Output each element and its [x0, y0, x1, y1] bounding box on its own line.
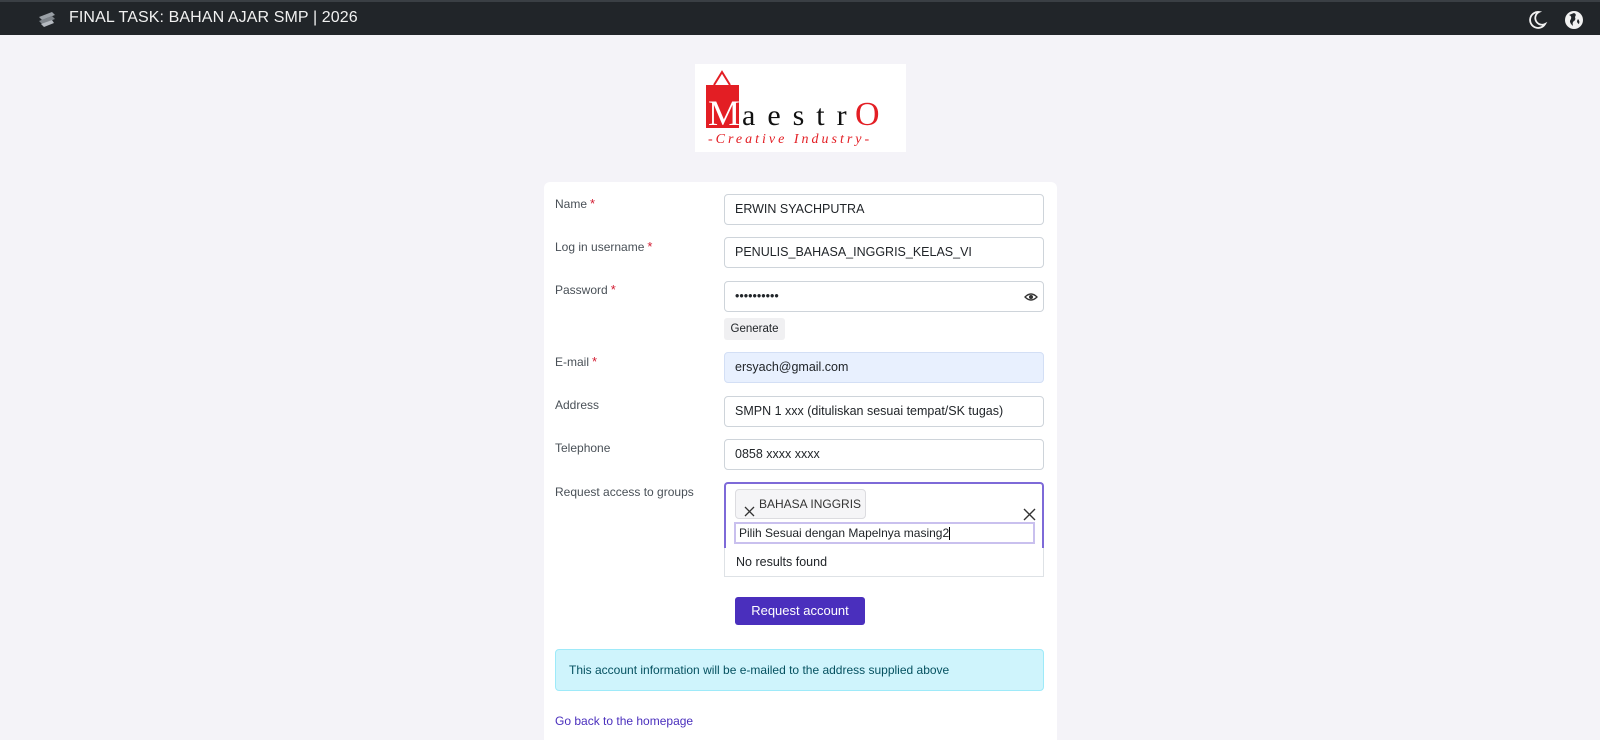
group-chip: BAHASA INGGRIS: [735, 489, 866, 519]
telephone-field[interactable]: 0858 xxxx xxxx: [724, 439, 1044, 470]
svg-text:M: M: [708, 93, 740, 133]
group-chip-label: BAHASA INGGRIS: [759, 497, 862, 511]
eye-icon[interactable]: [1024, 290, 1038, 304]
password-label: Password *: [555, 282, 616, 297]
name-field[interactable]: ERWIN SYACHPUTRA: [724, 194, 1044, 225]
groups-label: Request access to groups: [555, 485, 694, 499]
site-logo-icon[interactable]: [36, 9, 58, 29]
telephone-label: Telephone: [555, 441, 611, 455]
username-field[interactable]: PENULIS_BAHASA_INGGRIS_KELAS_VI: [724, 237, 1044, 268]
no-results-message: No results found: [724, 548, 1044, 577]
moon-icon[interactable]: [1526, 9, 1548, 31]
generate-button[interactable]: Generate: [724, 318, 785, 340]
logo-subtitle: -Creative Industry-: [708, 132, 872, 147]
navbar: FINAL TASK: BAHAN AJAR SMP | 2026: [0, 0, 1600, 35]
password-field[interactable]: ••••••••••: [724, 281, 1044, 312]
address-label: Address: [555, 398, 600, 412]
info-alert: This account information will be e-maile…: [555, 649, 1044, 691]
clear-selection-icon[interactable]: [1023, 508, 1036, 521]
logo-name: aestr: [742, 99, 859, 132]
email-label: E-mail *: [555, 354, 598, 369]
username-label: Log in username *: [555, 239, 653, 254]
app-title[interactable]: FINAL TASK: BAHAN AJAR SMP | 2026: [69, 9, 358, 27]
request-account-button[interactable]: Request account: [735, 597, 865, 625]
group-search-input[interactable]: Pilih Sesuai dengan Mapelnya masing2: [734, 522, 1035, 544]
globe-icon[interactable]: [1563, 9, 1585, 31]
email-field[interactable]: ersyach@gmail.com: [724, 352, 1044, 383]
homepage-link[interactable]: Go back to the homepage: [555, 714, 693, 728]
remove-chip-icon[interactable]: [744, 499, 755, 516]
name-label: Name *: [555, 196, 596, 211]
address-field[interactable]: SMPN 1 xxx (dituliskan sesuai tempat/SK …: [724, 396, 1044, 427]
brand-logo: M aestr O -Creative Industry-: [695, 64, 906, 152]
svg-text:O: O: [855, 96, 880, 133]
